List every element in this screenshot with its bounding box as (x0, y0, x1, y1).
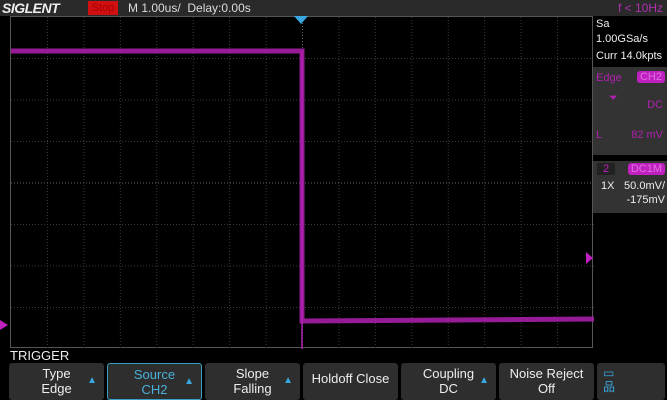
softkey-type[interactable]: Type Edge ▲ (9, 363, 104, 400)
siglent-logo: SIGLENT (2, 0, 60, 16)
right-panel: Sa 1.00GSa/s Curr 14.0kpts Edge CH2 ⏷ DC… (593, 16, 667, 213)
timebase-readout[interactable]: M 1.00us/ Delay:0.00s (128, 0, 251, 16)
trigger-info-panel[interactable]: Edge CH2 ⏷ DC L 82 mV (593, 67, 667, 155)
vertical-offset: -175mV (626, 194, 665, 206)
softkey-source[interactable]: Source CH2 ▲ (107, 363, 202, 400)
waveform-display[interactable] (10, 16, 594, 349)
arrow-up-icon: ▲ (479, 375, 489, 386)
falling-edge-icon: ⏷ (609, 92, 618, 104)
trigger-source: CH2 (636, 71, 665, 83)
sample-rate: Sa 1.00GSa/s (593, 16, 667, 48)
channel-coupling: DC1M (627, 163, 665, 175)
timebase: M 1.00us/ (128, 1, 181, 15)
memory-depth: Curr 14.0kpts (593, 48, 667, 65)
status-bar: SIGLENT Stop M 1.00us/ Delay:0.00s f < 1… (0, 0, 667, 16)
channel-number: 2 (597, 163, 616, 175)
softkey-slope[interactable]: Slope Falling ▲ (205, 363, 300, 400)
softkey-value: Off (537, 381, 556, 396)
softkey-coupling[interactable]: Coupling DC ▲ (401, 363, 496, 400)
menu-title: TRIGGER (10, 348, 70, 363)
usb-icon: ▭ (603, 366, 615, 380)
softkey-label: Holdoff Close (311, 371, 390, 386)
softkey-menu: Type Edge ▲ Source CH2 ▲ Slope Falling ▲ Holdoff … (9, 363, 667, 400)
softkey-noise-reject[interactable]: Noise Reject Off (499, 363, 594, 400)
graticule (11, 17, 594, 349)
probe-attenuation: 1X (601, 180, 615, 192)
trigger-coupling: DC (647, 99, 663, 111)
trigger-type: Edge (596, 72, 622, 84)
trigger-level-label: L (596, 129, 603, 141)
trigger-level: 82 mV (631, 129, 663, 141)
arrow-up-icon: ▲ (184, 376, 194, 387)
delay: Delay:0.00s (187, 1, 251, 15)
arrow-up-icon: ▲ (283, 375, 293, 386)
run-stop-indicator[interactable]: Stop (88, 1, 118, 15)
arrow-up-icon: ▲ (87, 375, 97, 386)
channel-ground-marker (0, 320, 8, 330)
softkey-label: Noise Reject (509, 366, 584, 381)
network-icon: 品 (603, 380, 616, 394)
network-usb-status[interactable]: ▭ 品 (597, 363, 665, 400)
vertical-scale: 50.0mV/ (624, 180, 665, 192)
channel-2-panel[interactable]: 2 DC1M 1X 50.0mV/ -175mV (593, 161, 667, 213)
softkey-holdoff-close[interactable]: Holdoff Close (303, 363, 398, 400)
frequency-counter: f < 10Hz (617, 1, 663, 15)
